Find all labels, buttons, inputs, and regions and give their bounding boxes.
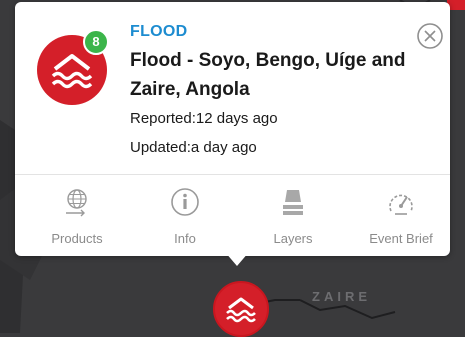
globe-products-icon <box>66 189 87 217</box>
gauge-icon <box>389 194 413 215</box>
event-updated-time: Updated:a day ago <box>130 139 257 156</box>
flood-event-marker[interactable] <box>213 281 269 337</box>
popup-divider <box>15 174 450 175</box>
layers-label: Layers <box>273 231 313 246</box>
map-region-label: ZAIRE <box>312 289 371 304</box>
event-brief-button[interactable]: Event Brief <box>354 184 448 250</box>
close-button[interactable] <box>416 22 444 50</box>
layers-button[interactable]: Layers <box>246 184 340 250</box>
products-label: Products <box>51 231 103 246</box>
event-category: FLOOD <box>130 23 188 40</box>
popup-pointer <box>225 252 249 266</box>
event-count-badge: 8 <box>83 29 109 55</box>
event-popup: 8 FLOOD Flood - Soyo, Bengo, Uíge and Za… <box>15 2 450 256</box>
layers-icon <box>283 190 303 215</box>
info-button[interactable]: Info <box>138 184 232 250</box>
flood-icon <box>226 297 256 323</box>
info-icon <box>171 188 199 216</box>
products-button[interactable]: Products <box>30 184 124 250</box>
event-reported-time: Reported:12 days ago <box>130 110 278 127</box>
info-label: Info <box>174 231 196 246</box>
event-title: Flood - Soyo, Bengo, Uíge and Zaire, Ang… <box>130 50 406 100</box>
event-brief-label: Event Brief <box>369 231 433 246</box>
close-icon <box>417 23 443 49</box>
